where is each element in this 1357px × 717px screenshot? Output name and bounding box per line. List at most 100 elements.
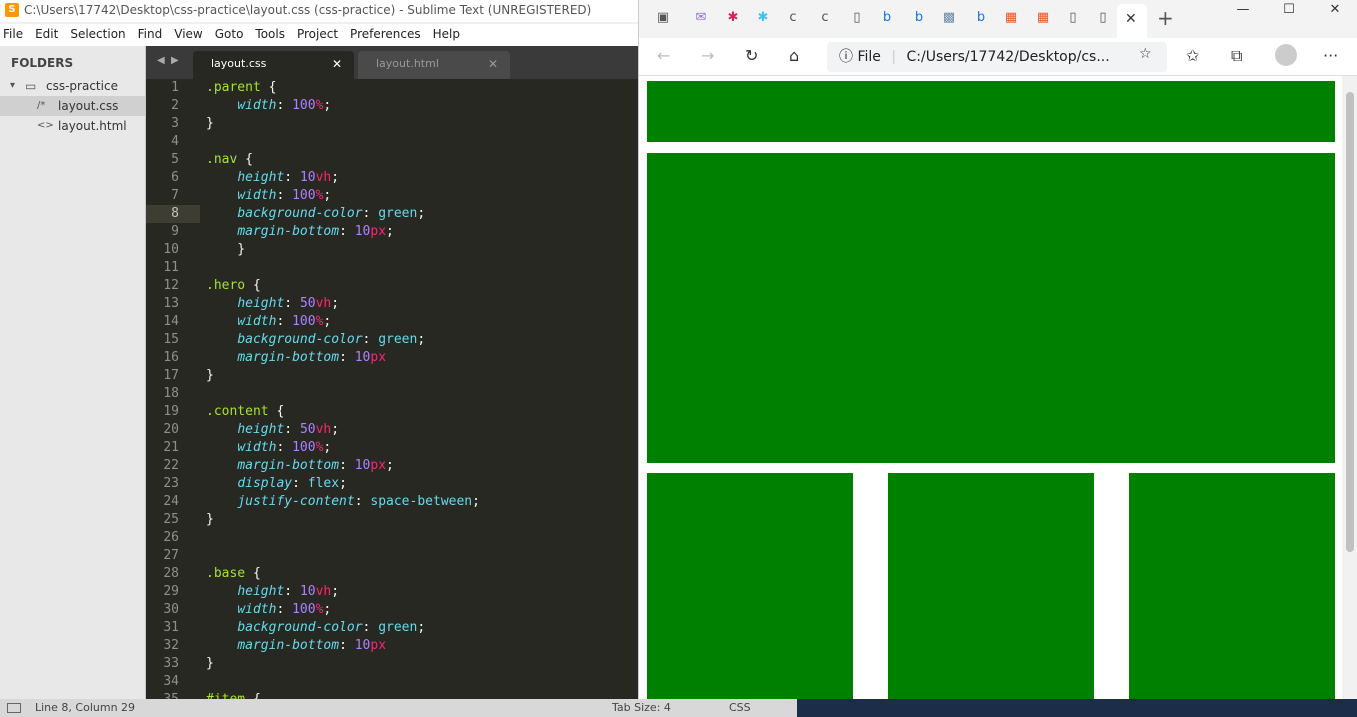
page-tab-icon[interactable]: c bbox=[785, 10, 801, 26]
tab-left-arrow-icon[interactable]: ◀ bbox=[157, 55, 165, 66]
collections-icon[interactable]: ⧉ bbox=[1231, 46, 1242, 66]
active-browser-tab[interactable]: ✕ bbox=[1117, 4, 1147, 38]
code-line[interactable]: width: 100%; bbox=[206, 97, 331, 115]
menu-find[interactable]: Find bbox=[132, 24, 169, 46]
menu-preferences[interactable]: Preferences bbox=[344, 24, 427, 46]
profile-icon[interactable] bbox=[1275, 44, 1297, 66]
code-line[interactable]: #item { bbox=[206, 691, 261, 699]
folder-css-practice[interactable]: ▾ ▭ css-practice bbox=[0, 76, 145, 96]
address-bar[interactable]: ⓘ File | C:/Users/17742/Desktop/cs... bbox=[827, 42, 1167, 72]
close-icon[interactable]: ✕ bbox=[332, 51, 342, 77]
close-icon[interactable]: ✕ bbox=[488, 51, 498, 77]
document-tab-icon[interactable]: ▯ bbox=[1095, 10, 1111, 26]
menu-selection[interactable]: Selection bbox=[64, 24, 131, 46]
microsoft-tab-icon[interactable]: ▦ bbox=[1035, 10, 1051, 26]
menu-tools[interactable]: Tools bbox=[249, 24, 291, 46]
info-icon[interactable]: ⓘ bbox=[839, 49, 853, 65]
line-number: 3 bbox=[171, 116, 179, 131]
bing-tab-icon[interactable]: b bbox=[879, 10, 895, 26]
code-line[interactable]: width: 100%; bbox=[206, 601, 331, 619]
line-number: 28 bbox=[163, 566, 179, 581]
disclosure-arrow-icon: ▾ bbox=[10, 80, 16, 91]
code-line[interactable]: .hero { bbox=[206, 277, 261, 295]
more-icon[interactable]: ··· bbox=[1323, 46, 1338, 65]
code-line[interactable]: background-color: green; bbox=[206, 331, 425, 349]
scrollbar-thumb[interactable] bbox=[1346, 92, 1354, 552]
menu-project[interactable]: Project bbox=[291, 24, 344, 46]
code-line[interactable]: height: 10vh; bbox=[206, 169, 339, 187]
code-line[interactable]: width: 100%; bbox=[206, 439, 331, 457]
tab-actions-icon[interactable]: ▣ bbox=[655, 10, 671, 26]
code-line[interactable]: } bbox=[206, 115, 214, 133]
menu-help[interactable]: Help bbox=[427, 24, 466, 46]
code-area[interactable]: .parent { width: 100%;} .nav { height: 10… bbox=[206, 79, 638, 699]
refresh-icon[interactable]: ↻ bbox=[745, 46, 758, 65]
code-line[interactable]: background-color: green; bbox=[206, 619, 425, 637]
editor-pane[interactable]: ◀ ▶ layout.css ✕ layout.html ✕ 123456789… bbox=[146, 46, 638, 707]
line-number: 29 bbox=[163, 584, 179, 599]
code-line[interactable]: height: 50vh; bbox=[206, 421, 339, 439]
sidebar: FOLDERS ▾ ▭ css-practice /* layout.css <… bbox=[0, 46, 146, 699]
minimize-icon[interactable]: — bbox=[1220, 0, 1266, 22]
document-tab-icon[interactable]: ▯ bbox=[1065, 10, 1081, 26]
tab-size[interactable]: Tab Size: 4 bbox=[612, 699, 671, 717]
favorite-add-icon[interactable]: ☆ bbox=[1139, 46, 1152, 62]
tab-layout-html[interactable]: layout.html ✕ bbox=[358, 51, 510, 79]
document-tab-icon[interactable]: ▯ bbox=[849, 10, 865, 26]
code-line[interactable]: margin-bottom: 10px; bbox=[206, 223, 394, 241]
mail-tab-icon[interactable]: ✉ bbox=[693, 10, 709, 26]
image-tab-icon[interactable]: ▩ bbox=[941, 10, 957, 26]
slack-tab-icon[interactable]: ✱ bbox=[725, 10, 741, 26]
code-line[interactable]: display: flex; bbox=[206, 475, 347, 493]
hero-block bbox=[647, 153, 1335, 463]
microsoft-tab-icon[interactable]: ▦ bbox=[1003, 10, 1019, 26]
close-window-icon[interactable]: ✕ bbox=[1312, 0, 1357, 22]
line-number: 30 bbox=[163, 602, 179, 617]
panel-toggle-icon[interactable] bbox=[7, 703, 21, 713]
bing-tab-icon[interactable]: b bbox=[911, 10, 927, 26]
line-number: 12 bbox=[163, 278, 179, 293]
forward-icon[interactable]: → bbox=[701, 46, 714, 65]
code-line[interactable]: justify-content: space-between; bbox=[206, 493, 480, 511]
menu-file[interactable]: File bbox=[0, 24, 29, 46]
code-line[interactable]: .base { bbox=[206, 565, 261, 583]
content-item-1 bbox=[647, 473, 853, 699]
code-line[interactable]: height: 50vh; bbox=[206, 295, 339, 313]
close-icon[interactable]: ✕ bbox=[1125, 11, 1137, 27]
bing-tab-icon[interactable]: b bbox=[973, 10, 989, 26]
code-line[interactable]: } bbox=[206, 655, 214, 673]
code-line[interactable]: width: 100%; bbox=[206, 313, 331, 331]
new-tab-icon[interactable]: + bbox=[1157, 8, 1174, 28]
file-layout-css[interactable]: /* layout.css bbox=[0, 96, 145, 116]
code-line[interactable]: } bbox=[206, 241, 245, 259]
title-bar: S C:\Users\17742\Desktop\css-practice\la… bbox=[0, 0, 638, 22]
favorites-icon[interactable]: ✩ bbox=[1186, 46, 1199, 65]
back-icon[interactable]: ← bbox=[657, 46, 670, 65]
code-line[interactable]: margin-bottom: 10px bbox=[206, 637, 386, 655]
menu-goto[interactable]: Goto bbox=[209, 24, 250, 46]
slack-tab-icon[interactable]: ✱ bbox=[755, 10, 771, 26]
code-line[interactable]: .parent { bbox=[206, 79, 276, 97]
code-line[interactable]: background-color: green; bbox=[206, 205, 425, 223]
code-line[interactable]: width: 100%; bbox=[206, 187, 331, 205]
syntax-mode[interactable]: CSS bbox=[729, 699, 751, 717]
menu-view[interactable]: View bbox=[168, 24, 208, 46]
code-line[interactable]: .nav { bbox=[206, 151, 253, 169]
line-number: 13 bbox=[163, 296, 179, 311]
line-number: 9 bbox=[171, 224, 179, 239]
code-line[interactable]: } bbox=[206, 511, 214, 529]
page-scrollbar[interactable] bbox=[1342, 76, 1357, 699]
tab-layout-css[interactable]: layout.css ✕ bbox=[193, 51, 354, 79]
code-line[interactable]: margin-bottom: 10px bbox=[206, 349, 386, 367]
file-layout-html[interactable]: <> layout.html bbox=[0, 116, 145, 136]
code-line[interactable]: .content { bbox=[206, 403, 284, 421]
menu-edit[interactable]: Edit bbox=[29, 24, 64, 46]
code-line[interactable]: } bbox=[206, 367, 214, 385]
page-tab-icon[interactable]: c bbox=[817, 10, 833, 26]
tab-right-arrow-icon[interactable]: ▶ bbox=[171, 55, 179, 66]
code-line[interactable]: margin-bottom: 10px; bbox=[206, 457, 394, 475]
home-icon[interactable]: ⌂ bbox=[789, 46, 799, 65]
code-line[interactable]: height: 10vh; bbox=[206, 583, 339, 601]
web-page-viewport[interactable] bbox=[639, 76, 1342, 699]
maximize-icon[interactable]: ☐ bbox=[1266, 0, 1312, 22]
